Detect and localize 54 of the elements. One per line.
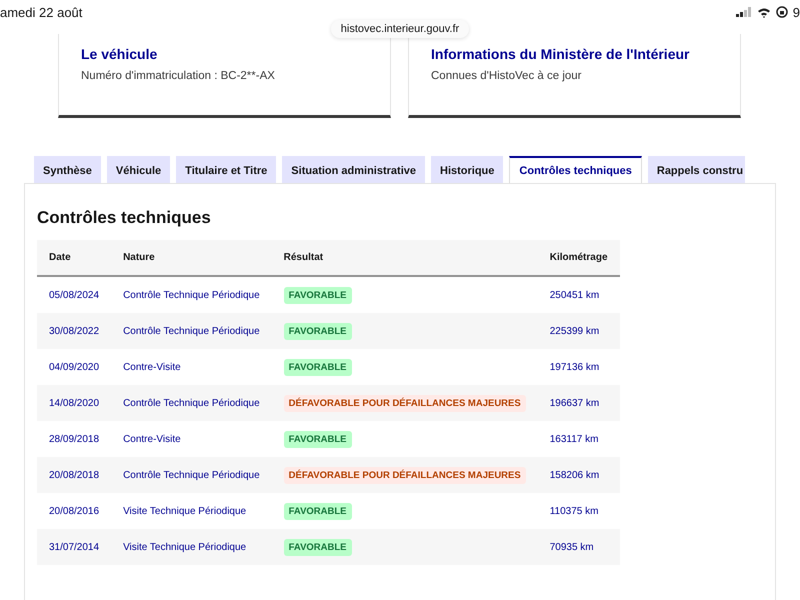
table-cell: Contrôle Technique Périodique	[111, 276, 272, 313]
result-badge: DÉFAVORABLE POUR DÉFAILLANCES MAJEURES	[284, 466, 526, 484]
battery-percentage: 9	[792, 4, 800, 20]
table-cell: 70935 km	[538, 529, 620, 565]
wifi-icon	[756, 6, 771, 18]
signal-icon	[736, 7, 752, 17]
table-cell: Contre-Visite	[111, 349, 272, 385]
table-cell: Visite Technique Périodique	[111, 493, 272, 529]
table-cell: 04/09/2020	[37, 349, 112, 385]
column-header: Nature	[111, 240, 272, 276]
table-cell: 196637 km	[538, 385, 620, 421]
table-cell: 163117 km	[538, 421, 620, 457]
result-badge: FAVORABLE	[284, 358, 352, 376]
table-cell: 05/08/2024	[37, 276, 112, 313]
tab[interactable]: Historique	[431, 156, 504, 183]
table-cell: 110375 km	[538, 493, 620, 529]
tab[interactable]: Véhicule	[106, 156, 170, 183]
tab[interactable]: Synthèse	[34, 156, 101, 183]
result-badge: FAVORABLE	[284, 538, 352, 556]
table-cell: 197136 km	[538, 349, 620, 385]
card-text: Connues d'HistoVec à ce jour	[431, 70, 583, 82]
column-header: Date	[37, 240, 112, 276]
table-cell: 158206 km	[538, 457, 620, 493]
table-cell: 30/08/2022	[37, 313, 112, 349]
status-date: amedi 22 août	[0, 4, 82, 20]
card-text: Numéro d'immatriculation : BC-2**-AX	[81, 70, 276, 82]
table-cell: Contrôle Technique Périodique	[111, 313, 272, 349]
table-cell: 20/08/2018	[37, 457, 112, 493]
section-title: Contrôles techniques	[37, 208, 211, 228]
table-cell: 20/08/2016	[37, 493, 112, 529]
table-cell: 31/07/2014	[37, 529, 112, 565]
result-badge: FAVORABLE	[284, 322, 352, 340]
column-header: Kilométrage	[538, 240, 620, 276]
table-cell: Contrôle Technique Périodique	[111, 385, 272, 421]
table-cell: Contre-Visite	[111, 421, 272, 457]
table-cell: 250451 km	[538, 276, 620, 313]
card-title: Le véhicule	[81, 46, 158, 62]
tab[interactable]: Rappels constru	[648, 156, 746, 183]
result-badge: FAVORABLE	[284, 286, 352, 304]
column-header: Résultat	[272, 240, 538, 276]
result-badge: DÉFAVORABLE POUR DÉFAILLANCES MAJEURES	[284, 394, 526, 412]
tab[interactable]: Titulaire et Titre	[176, 156, 276, 183]
tab[interactable]: Contrôles techniques	[509, 156, 642, 183]
table-cell: Contrôle Technique Périodique	[111, 457, 272, 493]
table-cell: 14/08/2020	[37, 385, 112, 421]
rotation-lock-icon	[776, 6, 788, 18]
card-title: Informations du Ministère de l'Intérieur	[431, 46, 690, 62]
table-cell: 225399 km	[538, 313, 620, 349]
table-cell: 28/09/2018	[37, 421, 112, 457]
result-badge: FAVORABLE	[284, 430, 352, 448]
tab[interactable]: Situation administrative	[282, 156, 425, 183]
result-badge: FAVORABLE	[284, 502, 352, 520]
table-cell: Visite Technique Périodique	[111, 529, 272, 565]
url-pill[interactable]: histovec.interieur.gouv.fr	[330, 20, 470, 38]
